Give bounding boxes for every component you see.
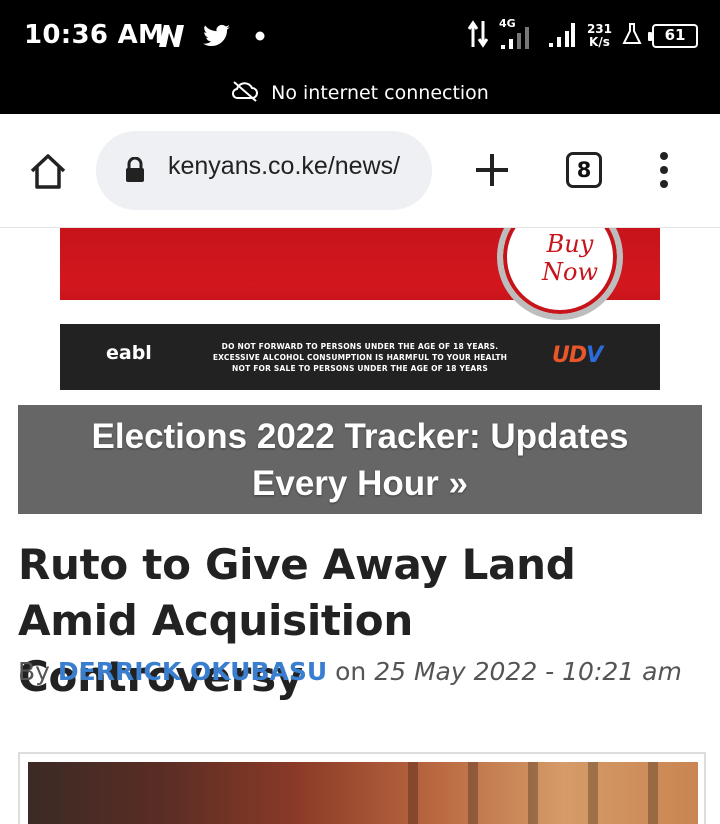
twitter-icon bbox=[200, 22, 232, 50]
offline-text: No internet connection bbox=[271, 82, 489, 104]
article-image bbox=[18, 752, 706, 824]
lock-icon bbox=[124, 156, 146, 187]
eabl-logo: eabl bbox=[106, 342, 152, 364]
ad-warning-line1: DO NOT FORWARD TO PERSONS UNDER THE AGE … bbox=[221, 342, 499, 351]
status-icons-group: 4G 231 K/s 61 bbox=[467, 17, 698, 54]
signal-icon bbox=[547, 19, 577, 53]
ad-buy-now[interactable]: Buy Now bbox=[520, 230, 620, 286]
new-tab-button[interactable] bbox=[470, 148, 514, 192]
battery-level: 61 bbox=[664, 26, 686, 44]
lab-flask-icon bbox=[622, 22, 642, 50]
status-time: 10:36 AM bbox=[24, 20, 165, 50]
home-icon bbox=[30, 154, 66, 189]
udv-logo-v: V bbox=[586, 343, 603, 368]
article-byline: By DERRICK OKUBASU on 25 May 2022 - 10:2… bbox=[18, 657, 682, 686]
ad-warning-line3: NOT FOR SALE TO PERSONS UNDER THE AGE OF… bbox=[232, 364, 488, 373]
home-button[interactable] bbox=[24, 149, 72, 193]
author-link[interactable]: DERRICK OKUBASU bbox=[58, 657, 327, 686]
address-bar[interactable]: kenyans.co.ke/news/ bbox=[96, 131, 432, 210]
more-vert-icon[interactable] bbox=[652, 148, 676, 192]
cloud-off-icon bbox=[231, 80, 259, 107]
udv-logo-ud: UD bbox=[552, 343, 587, 368]
article-photo bbox=[28, 762, 698, 824]
ad-banner[interactable]: Buy Now eabl DO NOT FORWARD TO PERSONS U… bbox=[60, 228, 660, 390]
udv-logo: UDV bbox=[552, 343, 603, 368]
tab-switcher-button[interactable]: 8 bbox=[566, 152, 602, 188]
battery-icon: 61 bbox=[648, 24, 698, 48]
status-bar: 10:36 AM 4G 231 K/s 61 bbox=[0, 0, 720, 72]
tab-count: 8 bbox=[576, 158, 592, 182]
browser-toolbar: kenyans.co.ke/news/ 8 bbox=[0, 114, 720, 228]
net-speed: 231 K/s bbox=[587, 23, 612, 49]
ad-cta-line2: Now bbox=[542, 258, 598, 286]
elections-tracker-link[interactable]: Elections 2022 Tracker: Updates Every Ho… bbox=[18, 405, 702, 514]
data-arrows-icon bbox=[467, 19, 489, 53]
ad-cta-line1: Buy bbox=[546, 230, 594, 258]
netflix-n-icon bbox=[156, 22, 188, 50]
publish-date: 25 May 2022 - 10:21 am bbox=[374, 657, 682, 686]
signal-icon: 4G bbox=[499, 17, 537, 53]
tracker-text: Elections 2022 Tracker: Updates Every Ho… bbox=[91, 416, 629, 503]
by-label: By bbox=[18, 657, 50, 686]
ad-warning: DO NOT FORWARD TO PERSONS UNDER THE AGE … bbox=[180, 341, 540, 374]
offline-banner: No internet connection bbox=[0, 72, 720, 114]
plus-icon bbox=[476, 154, 508, 186]
ad-warning-line2: EXCESSIVE ALCOHOL CONSUMPTION IS HARMFUL… bbox=[212, 353, 508, 362]
url-text: kenyans.co.ke/news/ bbox=[168, 152, 401, 180]
on-label: on bbox=[335, 657, 367, 686]
notification-dot-icon bbox=[254, 22, 266, 50]
net-speed-unit: K/s bbox=[589, 35, 610, 49]
